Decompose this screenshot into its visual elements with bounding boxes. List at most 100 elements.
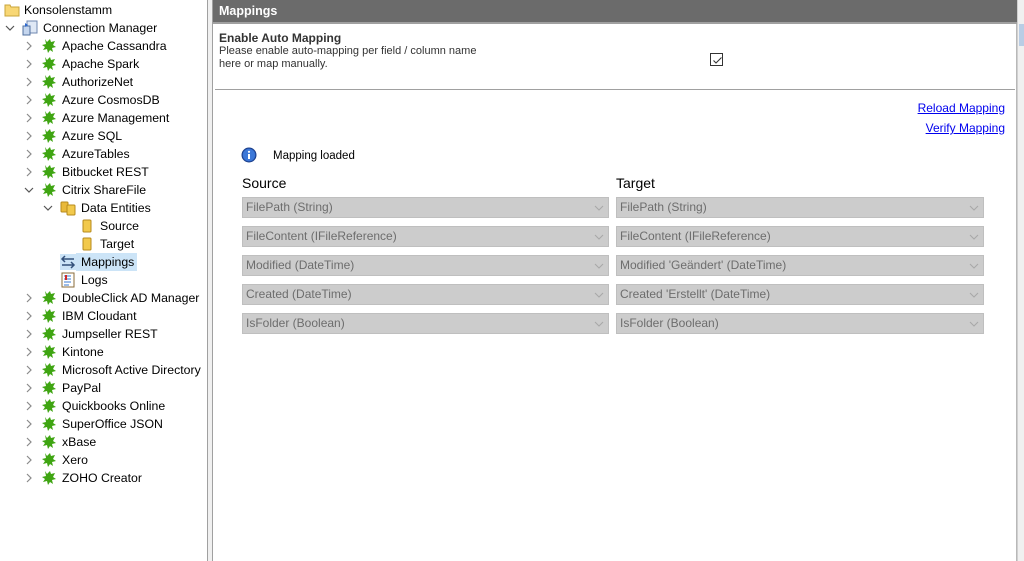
chevron-right-icon[interactable]	[23, 145, 35, 163]
chevron-down-icon	[969, 256, 979, 275]
tree-node-label: Azure SQL	[62, 129, 123, 143]
tree-node-connection[interactable]: Microsoft Active Directory	[0, 361, 207, 379]
tree-node-connection[interactable]: DoubleClick AD Manager	[0, 289, 207, 307]
tree-node-connection[interactable]: Azure SQL	[0, 127, 207, 145]
tree-node-label: Quickbooks Online	[62, 399, 166, 413]
source-field-select[interactable]: FileContent (IFileReference)	[242, 226, 609, 247]
tree-node-logs[interactable]: Logs	[0, 271, 207, 289]
chevron-right-icon[interactable]	[23, 55, 35, 73]
plugin-icon	[41, 380, 57, 396]
chevron-right-icon[interactable]	[23, 379, 35, 397]
source-field-select[interactable]: FilePath (String)	[242, 197, 609, 218]
chevron-down-icon	[594, 285, 604, 304]
header-divider	[213, 22, 1017, 24]
plugin-icon	[41, 38, 57, 54]
target-field-select[interactable]: Created 'Erstellt' (DateTime)	[616, 284, 984, 305]
tree-node-connection[interactable]: xBase	[0, 433, 207, 451]
tree-node-connection[interactable]: IBM Cloudant	[0, 307, 207, 325]
source-field-select[interactable]: IsFolder (Boolean)	[242, 313, 609, 334]
tree-node-connection-manager[interactable]: Connection Manager	[0, 19, 207, 37]
chevron-right-icon[interactable]	[23, 91, 35, 109]
select-value: Created (DateTime)	[246, 287, 352, 301]
chevron-right-icon[interactable]	[23, 361, 35, 379]
tree-node-connection[interactable]: Apache Spark	[0, 55, 207, 73]
tree-node-mappings[interactable]: Mappings	[0, 253, 207, 271]
tree-node-data-entities[interactable]: Data Entities	[0, 199, 207, 217]
target-field-select[interactable]: IsFolder (Boolean)	[616, 313, 984, 334]
target-field-select[interactable]: Modified 'Geändert' (DateTime)	[616, 255, 984, 276]
tree-node-connection[interactable]: Jumpseller REST	[0, 325, 207, 343]
verify-mapping-link[interactable]: Verify Mapping	[926, 121, 1005, 135]
tree-node-label: Xero	[62, 453, 88, 467]
chevron-right-icon[interactable]	[23, 325, 35, 343]
chevron-right-icon[interactable]	[23, 397, 35, 415]
vertical-scrollbar[interactable]	[1017, 0, 1024, 561]
auto-mapping-checkbox[interactable]	[710, 53, 723, 66]
tree-node-connection[interactable]: Kintone	[0, 343, 207, 361]
source-field-select[interactable]: Created (DateTime)	[242, 284, 609, 305]
folder-icon	[4, 2, 20, 18]
tree-node-connection[interactable]: AzureTables	[0, 145, 207, 163]
select-value: IsFolder (Boolean)	[246, 316, 345, 330]
target-column-header: Target	[616, 175, 655, 191]
chevron-right-icon[interactable]	[23, 433, 35, 451]
navigation-tree[interactable]: Konsolenstamm Connection Manager Apache …	[0, 0, 207, 561]
tree-node-connection[interactable]: Xero	[0, 451, 207, 469]
chevron-right-icon[interactable]	[23, 73, 35, 91]
chevron-down-icon[interactable]	[42, 199, 54, 217]
plugin-icon	[41, 182, 57, 198]
chevron-right-icon[interactable]	[23, 163, 35, 181]
plugin-icon	[41, 74, 57, 90]
tree-node-connection[interactable]: ZOHO Creator	[0, 469, 207, 487]
tree-node-target[interactable]: Target	[0, 235, 207, 253]
tree-node-source[interactable]: Source	[0, 217, 207, 235]
tree-node-label: Target	[100, 237, 135, 251]
tree-node-connection[interactable]: Azure CosmosDB	[0, 91, 207, 109]
tree-node-connection[interactable]: PayPal	[0, 379, 207, 397]
tree-node-connection[interactable]: Apache Cassandra	[0, 37, 207, 55]
select-value: FilePath (String)	[620, 200, 707, 214]
tree-node-connection[interactable]: Quickbooks Online	[0, 397, 207, 415]
source-field-select[interactable]: Modified (DateTime)	[242, 255, 609, 276]
tree-node-root[interactable]: Konsolenstamm	[0, 1, 207, 19]
plugin-icon	[41, 128, 57, 144]
tree-node-label: Data Entities	[81, 201, 151, 215]
tree-node-label: xBase	[62, 435, 97, 449]
select-value: Modified (DateTime)	[246, 258, 355, 272]
chevron-right-icon[interactable]	[23, 451, 35, 469]
plugin-icon	[41, 164, 57, 180]
chevron-down-icon	[969, 314, 979, 333]
tree-node-citrix-sharefile[interactable]: Citrix ShareFile	[0, 181, 207, 199]
target-field-select[interactable]: FileContent (IFileReference)	[616, 226, 984, 247]
plugin-icon	[41, 290, 57, 306]
select-value: FilePath (String)	[246, 200, 333, 214]
chevron-down-icon[interactable]	[23, 181, 35, 199]
chevron-right-icon[interactable]	[23, 415, 35, 433]
chevron-right-icon[interactable]	[23, 127, 35, 145]
tree-node-connection[interactable]: AuthorizeNet	[0, 73, 207, 91]
checkmark-icon	[713, 57, 722, 64]
tree-node-connection[interactable]: SuperOffice JSON	[0, 415, 207, 433]
target-field-select[interactable]: FilePath (String)	[616, 197, 984, 218]
tree-node-connection[interactable]: Azure Management	[0, 109, 207, 127]
tree-node-label: Konsolenstamm	[24, 3, 113, 17]
auto-mapping-description: Please enable auto-mapping per field / c…	[219, 45, 477, 70]
chevron-right-icon[interactable]	[23, 109, 35, 127]
chevron-right-icon[interactable]	[23, 289, 35, 307]
chevron-right-icon[interactable]	[23, 307, 35, 325]
scrollbar-thumb[interactable]	[1019, 24, 1024, 46]
auto-mapping-title: Enable Auto Mapping	[219, 31, 342, 45]
chevron-right-icon[interactable]	[23, 469, 35, 487]
reload-mapping-link[interactable]: Reload Mapping	[918, 101, 1005, 115]
tree-node-label: Azure CosmosDB	[62, 93, 160, 107]
chevron-right-icon[interactable]	[23, 343, 35, 361]
chevron-right-icon[interactable]	[23, 37, 35, 55]
chevron-down-icon[interactable]	[4, 19, 16, 37]
tree-node-label: Jumpseller REST	[62, 327, 158, 341]
plugin-icon	[41, 110, 57, 126]
tree-node-connection[interactable]: Bitbucket REST	[0, 163, 207, 181]
mappings-panel: Mappings Enable Auto Mapping Please enab…	[213, 0, 1017, 561]
plugin-icon	[41, 56, 57, 72]
plugin-icon	[41, 146, 57, 162]
tree-node-label: Microsoft Active Directory	[62, 363, 201, 377]
